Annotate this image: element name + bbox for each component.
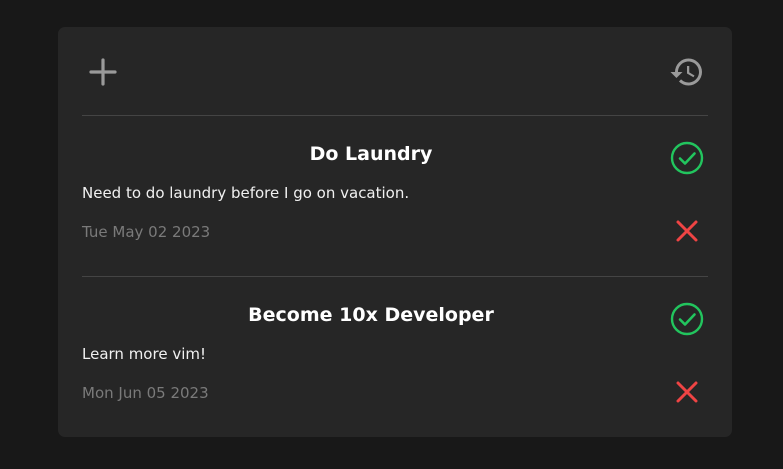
complete-button[interactable] [669, 140, 705, 176]
add-todo-button[interactable] [86, 55, 120, 89]
todo-title: Become 10x Developer [248, 304, 494, 326]
toolbar [58, 27, 732, 115]
todo-description: Need to do laundry before I go on vacati… [82, 184, 410, 202]
check-circle-icon [670, 302, 704, 336]
todo-description: Learn more vim! [82, 345, 206, 363]
todo-item: Do Laundry Need to do laundry before I g… [82, 116, 708, 276]
todo-item: Become 10x Developer Learn more vim! Mon… [82, 277, 708, 437]
close-icon [676, 381, 698, 403]
history-button[interactable] [668, 53, 706, 91]
todo-title: Do Laundry [309, 143, 433, 165]
todo-card: Do Laundry Need to do laundry before I g… [58, 27, 732, 437]
history-icon [670, 58, 702, 86]
complete-button[interactable] [669, 301, 705, 337]
delete-button[interactable] [672, 216, 702, 246]
plus-icon [89, 58, 117, 86]
check-circle-icon [670, 141, 704, 175]
todo-date: Mon Jun 05 2023 [82, 384, 209, 402]
todo-date: Tue May 02 2023 [82, 223, 211, 241]
delete-button[interactable] [672, 377, 702, 407]
close-icon [676, 220, 698, 242]
